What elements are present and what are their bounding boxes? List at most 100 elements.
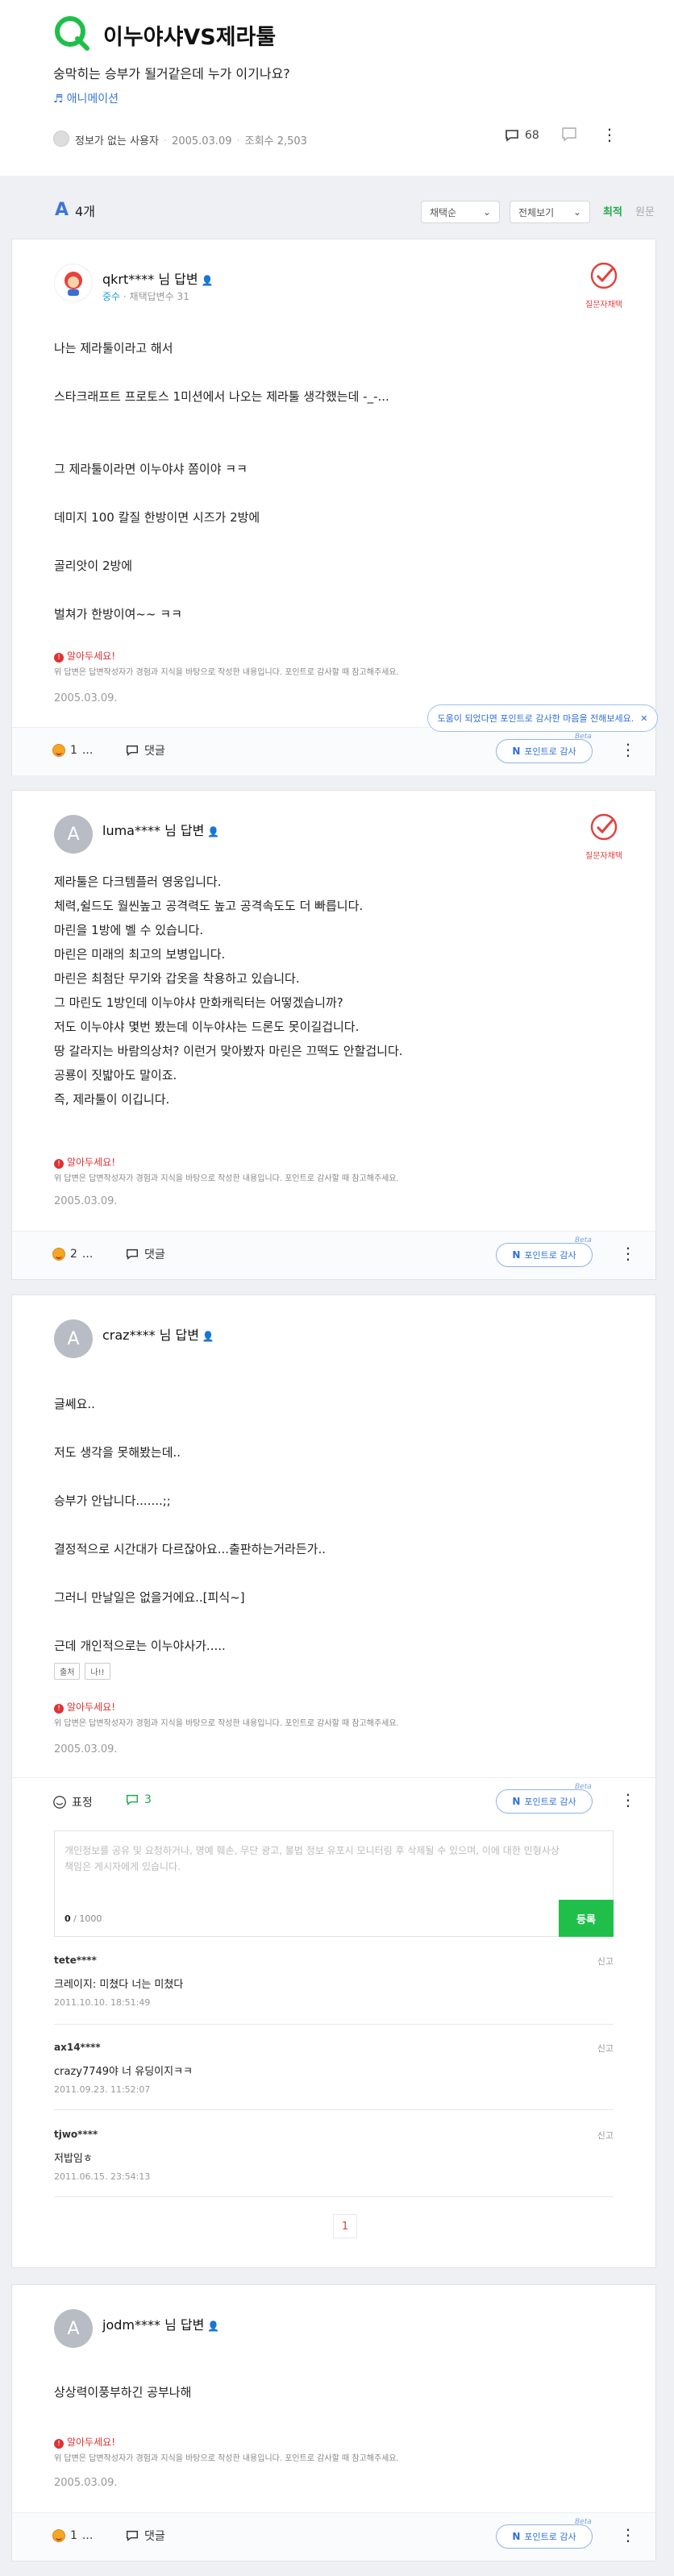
sort-best[interactable]: 최적 xyxy=(603,203,622,218)
flag-comment-icon[interactable] xyxy=(560,126,578,143)
warning-icon: ! xyxy=(54,653,64,663)
smile-emoji-icon xyxy=(52,2529,65,2542)
reaction-button[interactable]: 1... xyxy=(52,2529,93,2542)
answer-author[interactable]: craz**** 님 답변 👤 xyxy=(102,1324,214,1344)
char-counter: 0 / 1000 xyxy=(64,1913,102,1924)
music-note-icon: ♬ xyxy=(53,93,64,106)
comment-count: 68 xyxy=(525,129,539,142)
reaction-more: ... xyxy=(81,2529,94,2542)
notice-text: 위 답변은 답변작성자가 경험과 지식을 바탕으로 작성한 내용입니다. 포인트… xyxy=(54,1174,399,1183)
thank-point-button[interactable]: N 포인트로 감사 xyxy=(496,1789,593,1814)
comment-icon xyxy=(126,1794,139,1805)
reply-button[interactable]: 댓글 xyxy=(125,742,165,758)
question-q-icon xyxy=(55,16,89,51)
answer-date: 2005.03.09. xyxy=(54,692,118,704)
naver-n-icon: N xyxy=(512,1796,521,1807)
answer-author-sub: 중수 · 채택답변수 31 xyxy=(102,291,189,302)
more-options-icon[interactable]: ⋮ xyxy=(620,2525,636,2545)
author-avatar xyxy=(53,131,69,147)
comment-author[interactable]: tete**** xyxy=(54,1955,614,1966)
answer-count: A 4개 xyxy=(55,200,95,220)
reply-button[interactable]: 3 xyxy=(125,1793,152,1807)
question-category[interactable]: ♬ 애니메이션 xyxy=(53,90,119,106)
comment-count-button[interactable]: 68 xyxy=(504,127,539,143)
char-max: / 1000 xyxy=(73,1913,102,1924)
user-avatar: A xyxy=(54,2309,93,2348)
answer-date: 2005.03.09. xyxy=(54,2477,118,2489)
report-button[interactable]: 신고 xyxy=(597,1955,614,1967)
notice-title-text: 알아두세요! xyxy=(67,1157,116,1168)
notice-title: ! 알아두세요! xyxy=(54,649,115,663)
answer-date: 2005.03.09. xyxy=(54,1743,118,1755)
user-avatar: A xyxy=(54,1319,93,1358)
register-button[interactable]: 등록 xyxy=(559,1900,614,1937)
answer-date: 2005.03.09. xyxy=(54,1195,118,1207)
notice-title: ! 알아두세요! xyxy=(54,2435,115,2449)
reaction-button[interactable]: 1... xyxy=(52,744,93,757)
notice-title-text: 알아두세요! xyxy=(67,2437,116,2448)
question-header: 이누야샤VS제라툴 숭막히는 승부가 될거같은데 누가 이기나요? ♬ 애니메이션… xyxy=(0,0,674,176)
question-date: 2005.03.09 xyxy=(172,135,232,147)
sort-select[interactable]: 채택순 ⌄ xyxy=(421,201,500,223)
sort-original[interactable]: 원문 xyxy=(635,203,655,218)
adopted-badge: 질문자채택 xyxy=(580,260,627,310)
notice-title-text: 알아두세요! xyxy=(67,650,116,662)
report-button[interactable]: 신고 xyxy=(597,2042,614,2055)
user-avatar xyxy=(54,264,93,302)
answer-author-name: craz**** 님 답변 xyxy=(102,1327,199,1343)
answer-author[interactable]: luma**** 님 답변 👤 xyxy=(102,820,219,839)
question-title: 이누야샤VS제라툴 xyxy=(103,25,277,50)
comment-date: 2011.09.23. 11:52:07 xyxy=(54,2084,151,2095)
thank-label: 포인트로 감사 xyxy=(524,1250,576,1261)
notice-text: 위 답변은 답변작성자가 경험과 지식을 바탕으로 작성한 내용입니다. 포인트… xyxy=(54,2454,399,2463)
report-button[interactable]: 신고 xyxy=(597,2129,614,2142)
more-options-icon[interactable]: ⋮ xyxy=(620,1790,636,1809)
notice-title-text: 알아두세요! xyxy=(67,1701,116,1713)
profile-icon: 👤 xyxy=(202,1331,214,1342)
char-count: 0 xyxy=(64,1913,71,1924)
filter-select[interactable]: 전체보기 ⌄ xyxy=(510,201,590,223)
answer-text: 상상력이풍부하긴 공부나해 xyxy=(54,2385,192,2399)
author-name[interactable]: 정보가 없는 사용자 xyxy=(75,135,159,147)
reply-button[interactable]: 댓글 xyxy=(125,1246,165,1262)
thank-point-button[interactable]: N 포인트로 감사 xyxy=(496,1243,593,1267)
answer-footer: 1... 댓글 Beta N 포인트로 감사 ⋮ xyxy=(12,727,655,775)
notice-text: 위 답변은 답변작성자가 경험과 지식을 바탕으로 작성한 내용입니다. 포인트… xyxy=(54,1719,399,1728)
comment-author[interactable]: tjwo**** xyxy=(54,2129,614,2140)
more-options-icon[interactable]: ⋮ xyxy=(620,740,636,759)
thank-label: 포인트로 감사 xyxy=(524,746,576,757)
chevron-down-icon: ⌄ xyxy=(482,206,491,218)
answer-author[interactable]: jodm**** 님 답변 👤 xyxy=(102,2314,219,2333)
sort-select-value: 채택순 xyxy=(430,206,457,218)
close-icon[interactable]: ✕ xyxy=(640,713,647,724)
comment-item: tjwo**** 저밥임ㅎ 2011.06.15. 23:54:13 신고 xyxy=(54,2129,614,2182)
more-options-icon[interactable]: ⋮ xyxy=(620,1244,636,1263)
comment-icon xyxy=(506,130,518,142)
user-avatar: A xyxy=(54,815,93,854)
question-meta: 정보가 없는 사용자 · 2005.03.09 · 조회수 2,503 xyxy=(75,135,307,147)
notice-text: 위 답변은 답변작성자가 경험과 지식을 바탕으로 작성한 내용입니다. 포인트… xyxy=(54,668,399,677)
reaction-button[interactable]: 표정 xyxy=(52,1794,93,1810)
comment-text: crazy7749야 너 유딩이지ㅋㅋ xyxy=(54,2066,193,2078)
answer-author[interactable]: qkrt**** 님 답변 👤 xyxy=(102,268,214,288)
answer-card: A luma**** 님 답변 👤 질문자채택 제라툴은 다크템플러 영웅입니다.… xyxy=(11,790,656,1280)
thank-point-button[interactable]: N 포인트로 감사 xyxy=(496,739,593,763)
answer-card: A jodm**** 님 답변 👤 상상력이풍부하긴 공부나해 ! 알아두세요! 위… xyxy=(11,2284,656,2561)
comment-date: 2011.06.15. 23:54:13 xyxy=(54,2171,151,2182)
page-number[interactable]: 1 xyxy=(333,2214,357,2238)
adopted-check-icon xyxy=(590,813,618,841)
comment-input-box[interactable]: 개인정보를 공유 및 요청하거나, 명예 훼손, 무단 광고, 불법 정보 유포… xyxy=(54,1830,614,1937)
comment-text: 크레이지: 미쳤다 너는 미쳤다 xyxy=(54,1979,184,1991)
notice-title: ! 알아두세요! xyxy=(54,1155,115,1169)
comment-item: ax14**** crazy7749야 너 유딩이지ㅋㅋ 2011.09.23.… xyxy=(54,2042,614,2095)
tag: 나!! xyxy=(85,1663,110,1680)
reaction-button[interactable]: 2... xyxy=(52,1248,93,1261)
more-options-icon[interactable]: ⋮ xyxy=(601,125,618,144)
answer-author-name: qkrt**** 님 답변 xyxy=(102,272,198,287)
comment-icon xyxy=(126,2530,139,2541)
reply-button[interactable]: 댓글 xyxy=(125,2528,165,2544)
answer-count-label: 4개 xyxy=(75,203,95,219)
thank-point-button[interactable]: N 포인트로 감사 xyxy=(496,2524,593,2549)
thank-label: 포인트로 감사 xyxy=(524,2532,576,2542)
comment-author[interactable]: ax14**** xyxy=(54,2042,614,2053)
